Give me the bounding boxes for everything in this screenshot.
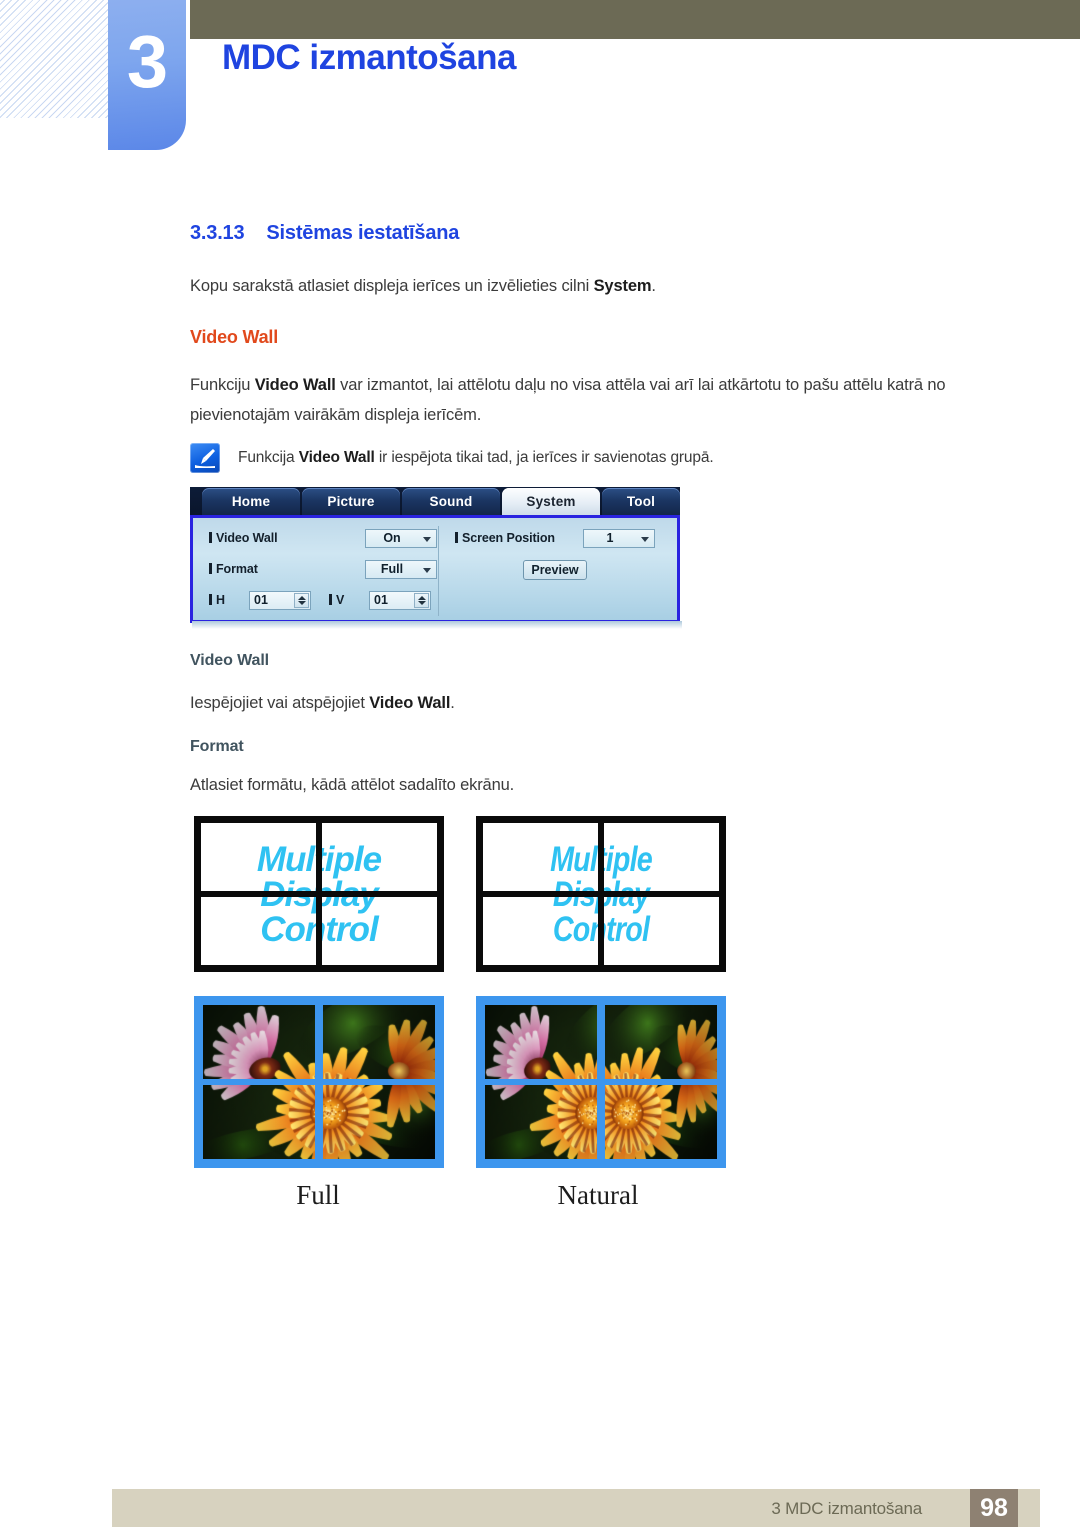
- diagram-horizontal-bezel: [201, 891, 437, 897]
- chevron-down-icon: [423, 537, 431, 542]
- mdc-screen-position-value: 1: [584, 530, 636, 547]
- footer-text: 3 MDC izmantošana: [771, 1499, 922, 1519]
- chevron-down-icon: [423, 568, 431, 573]
- mdc-format-label: Format: [209, 562, 258, 576]
- note-pen-icon: [190, 443, 220, 473]
- mdc-tab-home[interactable]: Home: [202, 488, 300, 515]
- format-heading: Format: [190, 738, 244, 756]
- chapter-tab: 3: [108, 0, 186, 150]
- mdc-h-label: H: [209, 593, 225, 607]
- chapter-number: 3: [108, 22, 186, 102]
- photo-cell: [485, 1085, 597, 1159]
- video-wall-heading: Video Wall: [190, 327, 278, 348]
- note-block: Funkcija Video Wall ir iespējota tikai t…: [190, 443, 830, 483]
- mdc-tab-sound[interactable]: Sound: [402, 488, 500, 515]
- chevron-down-icon: [641, 537, 649, 542]
- mdc-system-panel: Video Wall On Format Full H 01 V 01 Scre…: [190, 515, 680, 623]
- mdc-video-wall-label: Video Wall: [209, 531, 278, 545]
- video-wall-sub-paragraph: Iespējojiet vai atspējojiet Video Wall.: [190, 688, 990, 718]
- photo-cell: [323, 1005, 435, 1079]
- section-intro-paragraph: Kopu sarakstā atlasiet displeja ierīces …: [190, 271, 990, 301]
- photo-cell: [323, 1085, 435, 1159]
- format-caption-full: Full: [218, 1180, 418, 1211]
- footer-bar: 3 MDC izmantošana 98: [112, 1489, 1040, 1527]
- video-wall-paragraph: Funkciju Video Wall var izmantot, lai at…: [190, 370, 990, 430]
- mdc-v-value: 01: [374, 592, 388, 609]
- mdc-tab-tool[interactable]: Tool: [602, 488, 680, 515]
- section-title: Sistēmas iestatīšana: [266, 222, 459, 244]
- mdc-v-stepper[interactable]: 01: [369, 591, 431, 610]
- photo-cell: [605, 1085, 717, 1159]
- photo-cell: [485, 1005, 597, 1079]
- mdc-format-select[interactable]: Full: [365, 560, 437, 579]
- mdc-tab-picture[interactable]: Picture: [302, 488, 400, 515]
- mdc-screen-position-label: Screen Position: [455, 531, 555, 545]
- mdc-format-value: Full: [366, 561, 418, 578]
- mdc-video-wall-select[interactable]: On: [365, 529, 437, 548]
- mdc-h-value: 01: [254, 592, 268, 609]
- stepper-arrows-icon[interactable]: [414, 593, 429, 608]
- mdc-tab-system[interactable]: System: [502, 488, 600, 515]
- mdc-tab-bar: Home Picture Sound System Tool: [190, 487, 680, 515]
- section-heading: 3.3.13 Sistēmas iestatīšana: [190, 222, 459, 245]
- video-wall-sub-heading: Video Wall: [190, 652, 269, 670]
- format-photo-full: [194, 996, 444, 1168]
- mdc-video-wall-value: On: [366, 530, 418, 547]
- mdc-panel-shadow: [192, 621, 682, 629]
- mdc-preview-button[interactable]: Preview: [523, 560, 587, 580]
- mdc-panel-divider: [438, 526, 439, 616]
- diagram-horizontal-bezel: [483, 891, 719, 897]
- photo-cell: [203, 1005, 315, 1079]
- photo-cell: [203, 1085, 315, 1159]
- header-olive-bar: [190, 0, 1080, 39]
- chapter-title: MDC izmantošana: [222, 38, 516, 78]
- decorative-hatch-pattern: [0, 0, 112, 118]
- section-number: 3.3.13: [190, 222, 244, 244]
- format-diagram-natural-wireframe: Multiple Display Control: [476, 816, 726, 972]
- format-diagram-full-wireframe: Multiple Display Control: [194, 816, 444, 972]
- mdc-h-stepper[interactable]: 01: [249, 591, 311, 610]
- note-text: Funkcija Video Wall ir iespējota tikai t…: [238, 446, 714, 470]
- mdc-screen-position-select[interactable]: 1: [583, 529, 655, 548]
- format-paragraph: Atlasiet formātu, kādā attēlot sadalīto …: [190, 770, 990, 800]
- format-caption-natural: Natural: [498, 1180, 698, 1211]
- mdc-v-label: V: [329, 593, 344, 607]
- footer-page-number: 98: [970, 1489, 1018, 1527]
- format-photo-natural: [476, 996, 726, 1168]
- photo-cell: [605, 1005, 717, 1079]
- stepper-arrows-icon[interactable]: [294, 593, 309, 608]
- mdc-system-tab-screenshot: Home Picture Sound System Tool Video Wal…: [190, 487, 680, 632]
